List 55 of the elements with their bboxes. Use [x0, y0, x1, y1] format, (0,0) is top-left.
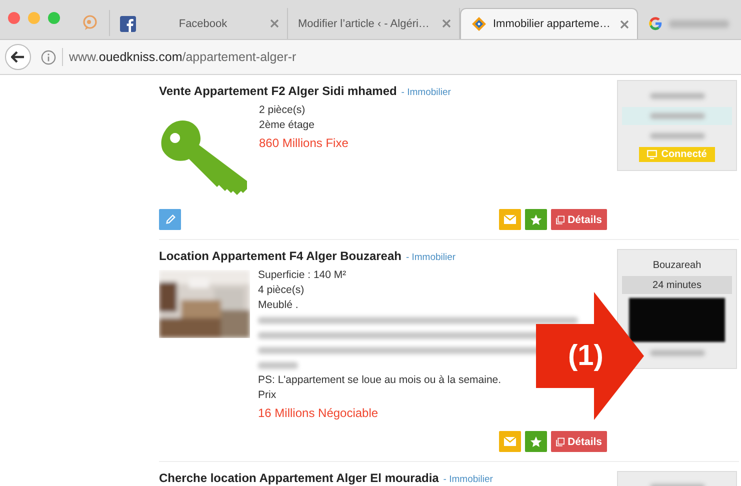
blurred-text [669, 20, 729, 28]
listing-detail: Superficie : 140 M² [258, 268, 348, 283]
listing-title[interactable]: Location Appartement F4 Alger Bouzareah - Immobilier [159, 245, 607, 265]
listing-detail: 2ème étage [259, 118, 316, 133]
last-seen-time: 24 minutes [622, 276, 732, 294]
blurred-text [650, 133, 704, 139]
envelope-icon [504, 437, 516, 446]
copy-icon [556, 214, 565, 226]
back-arrow-icon [11, 51, 25, 63]
blurred-text [258, 362, 298, 369]
browser-tab[interactable]: Facebook [110, 8, 288, 39]
tab-title: Modifier l’article ‹ - Algéri… [298, 18, 430, 30]
listing-title[interactable]: Vente Appartement F2 Alger Sidi mhamed - Immobilier [159, 80, 607, 100]
seller-location: Bouzareah [652, 258, 702, 272]
price: 16 Millions Négociable [258, 406, 380, 421]
listing-detail: 2 pièce(s) [259, 103, 306, 118]
f-logo-icon [120, 16, 136, 32]
browser-tab[interactable]: Immobilier apparteme… [460, 8, 638, 39]
info-icon[interactable] [41, 50, 56, 64]
details-button[interactable]: Détails [551, 431, 607, 452]
message-button[interactable] [499, 431, 521, 452]
zoom-button[interactable] [48, 12, 60, 24]
callout-label: (1) [568, 340, 604, 373]
pencil-icon [164, 214, 176, 225]
g-logo-icon [648, 16, 663, 31]
url-field[interactable]: www.ouedkniss.com/appartement-alger-r [69, 50, 296, 64]
monitor-icon [647, 150, 658, 159]
back-button[interactable] [5, 44, 31, 70]
listing-detail: PS: L'appartement se loue au mois ou à la semaine. [258, 373, 502, 388]
tab-title: Facebook [178, 18, 228, 30]
edit-button[interactable] [159, 209, 181, 230]
close-tab-icon[interactable] [620, 20, 629, 28]
blurred-text [650, 113, 704, 119]
listing-detail: Meublé . [258, 298, 300, 313]
close-tab-icon[interactable] [442, 19, 451, 28]
copy-icon [556, 436, 565, 448]
diamond-logo-icon [471, 16, 487, 32]
price: 860 Millions Fixe [259, 136, 348, 151]
close-tab-icon[interactable] [270, 19, 279, 28]
blurred-text [650, 350, 704, 356]
listing-detail: 4 pièce(s) [258, 283, 306, 298]
listing-title[interactable]: Cherche location Appartement Alger El mouradia - Immobilier [159, 467, 607, 486]
details-button[interactable]: Détails [551, 209, 607, 230]
star-icon [530, 436, 542, 448]
close-window-button[interactable] [8, 12, 20, 24]
favorite-button[interactable] [525, 431, 547, 452]
envelope-icon [504, 215, 516, 224]
blurred-text [650, 93, 704, 99]
online-badge: Connecté [639, 147, 715, 162]
chat-bubble-icon [82, 15, 98, 31]
tab-title: Immobilier apparteme… [493, 18, 612, 30]
favorite-button[interactable] [525, 209, 547, 230]
message-button[interactable] [499, 209, 521, 230]
listing-detail: Prix [258, 388, 278, 403]
star-icon [530, 214, 542, 226]
